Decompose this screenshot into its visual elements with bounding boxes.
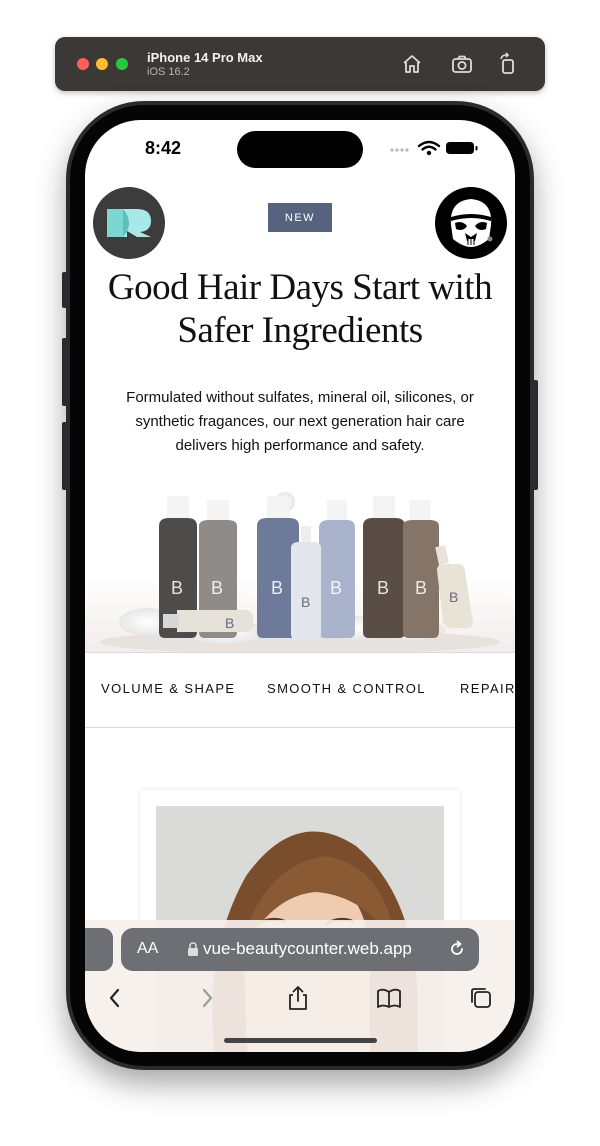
url-text: vue-beautycounter.web.app (203, 939, 412, 958)
svg-text:B: B (271, 578, 283, 598)
rotate-icon[interactable] (495, 51, 521, 77)
brand-logo[interactable] (93, 187, 165, 259)
os-version: iOS 16.2 (147, 66, 190, 78)
minimize-window-button[interactable] (96, 58, 108, 70)
status-time: 8:42 (145, 138, 182, 158)
svg-text:B: B (449, 589, 458, 605)
svg-text:B: B (377, 578, 389, 598)
svg-text:B: B (225, 615, 234, 631)
reader-options-button[interactable]: AA (137, 940, 158, 958)
volume-up-button (62, 338, 67, 406)
close-window-button[interactable] (77, 58, 89, 70)
tab-smooth-control[interactable]: SMOOTH & CONTROL (267, 681, 426, 696)
svg-text:B: B (171, 578, 183, 598)
new-badge: NEW (268, 203, 332, 232)
chevron-right-icon[interactable] (193, 984, 221, 1012)
signal-dots-icon (390, 148, 409, 152)
chevron-left-icon[interactable] (101, 984, 129, 1012)
dynamic-island (237, 131, 363, 168)
home-indicator[interactable] (224, 1038, 377, 1043)
battery-icon (446, 142, 478, 154)
power-button (533, 380, 538, 490)
svg-text:B: B (301, 594, 310, 610)
wifi-icon (417, 140, 441, 151)
device-name: iPhone 14 Pro Max (147, 50, 263, 65)
category-tabs: VOLUME & SHAPE SMOOTH & CONTROL REPAIR (85, 652, 515, 728)
mute-switch (62, 272, 67, 308)
tabs-icon[interactable] (467, 984, 495, 1012)
product-image: B B B B B B B B B (85, 482, 515, 654)
svg-text:B: B (330, 578, 342, 598)
tab-repair[interactable]: REPAIR (460, 681, 515, 696)
status-icons (390, 140, 478, 156)
hero-description: Formulated without sulfates, mineral oil… (126, 389, 474, 454)
camera-icon[interactable] (449, 51, 475, 77)
address-bar[interactable]: AA vue-beautycounter.web.app (121, 928, 479, 971)
book-icon[interactable] (375, 984, 403, 1012)
simulator-title-bar: iPhone 14 Pro Max iOS 16.2 (55, 37, 545, 91)
zoom-window-button[interactable] (116, 58, 128, 70)
stormtrooper-avatar[interactable] (435, 187, 507, 259)
svg-text:B: B (415, 578, 427, 598)
volume-down-button (62, 422, 67, 490)
tab-volume-shape[interactable]: VOLUME & SHAPE (101, 681, 235, 696)
lock-icon (188, 942, 198, 956)
reload-icon[interactable] (447, 939, 467, 959)
hero-title: Good Hair Days Start with Safer Ingredie… (107, 267, 493, 351)
previous-tab-preview[interactable] (85, 928, 113, 971)
wifi-dot (426, 150, 432, 156)
share-icon[interactable] (284, 984, 312, 1012)
home-icon[interactable] (399, 51, 425, 77)
phone-screen: 8:42 NEW Good Hair Days Start with Safer… (85, 120, 515, 1052)
svg-text:B: B (211, 578, 223, 598)
